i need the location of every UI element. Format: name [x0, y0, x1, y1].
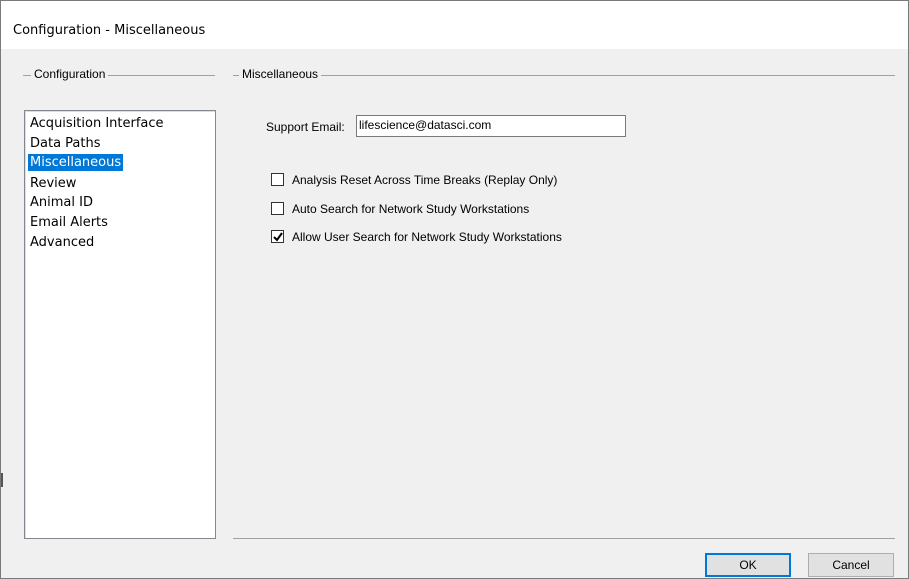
list-item-review[interactable]: Review: [28, 175, 78, 192]
analysis-reset-checkbox[interactable]: [271, 173, 284, 186]
support-email-label: Support Email:: [266, 120, 345, 134]
checkmark-icon: [273, 232, 283, 242]
resize-marker: [1, 473, 3, 487]
bottom-divider: [233, 538, 895, 539]
support-email-field[interactable]: lifescience@datasci.com: [356, 115, 626, 137]
list-item-acquisition-interface[interactable]: Acquisition Interface: [28, 115, 166, 132]
misc-group-divider: [233, 75, 895, 76]
ok-button[interactable]: OK: [705, 553, 791, 577]
list-item-animal-id[interactable]: Animal ID: [28, 194, 95, 211]
window-title: Configuration - Miscellaneous: [13, 23, 206, 38]
config-dialog: Configuration - Miscellaneous Configurat…: [0, 0, 909, 579]
config-category-list[interactable]: Acquisition Interface Data Paths Miscell…: [24, 110, 216, 539]
list-item-miscellaneous[interactable]: Miscellaneous: [28, 154, 124, 171]
misc-group-label: Miscellaneous: [239, 67, 322, 81]
list-item-email-alerts[interactable]: Email Alerts: [28, 214, 110, 231]
allow-user-search-label: Allow User Search for Network Study Work…: [292, 230, 562, 244]
allow-user-search-checkbox[interactable]: [271, 230, 284, 243]
analysis-reset-label: Analysis Reset Across Time Breaks (Repla…: [292, 173, 558, 187]
config-group-label: Configuration: [31, 67, 109, 81]
title-bar: Configuration - Miscellaneous: [1, 1, 908, 49]
cancel-button[interactable]: Cancel: [808, 553, 894, 577]
list-item-advanced[interactable]: Advanced: [28, 234, 96, 251]
auto-search-label: Auto Search for Network Study Workstatio…: [292, 202, 530, 216]
list-item-data-paths[interactable]: Data Paths: [28, 135, 103, 152]
auto-search-checkbox[interactable]: [271, 202, 284, 215]
